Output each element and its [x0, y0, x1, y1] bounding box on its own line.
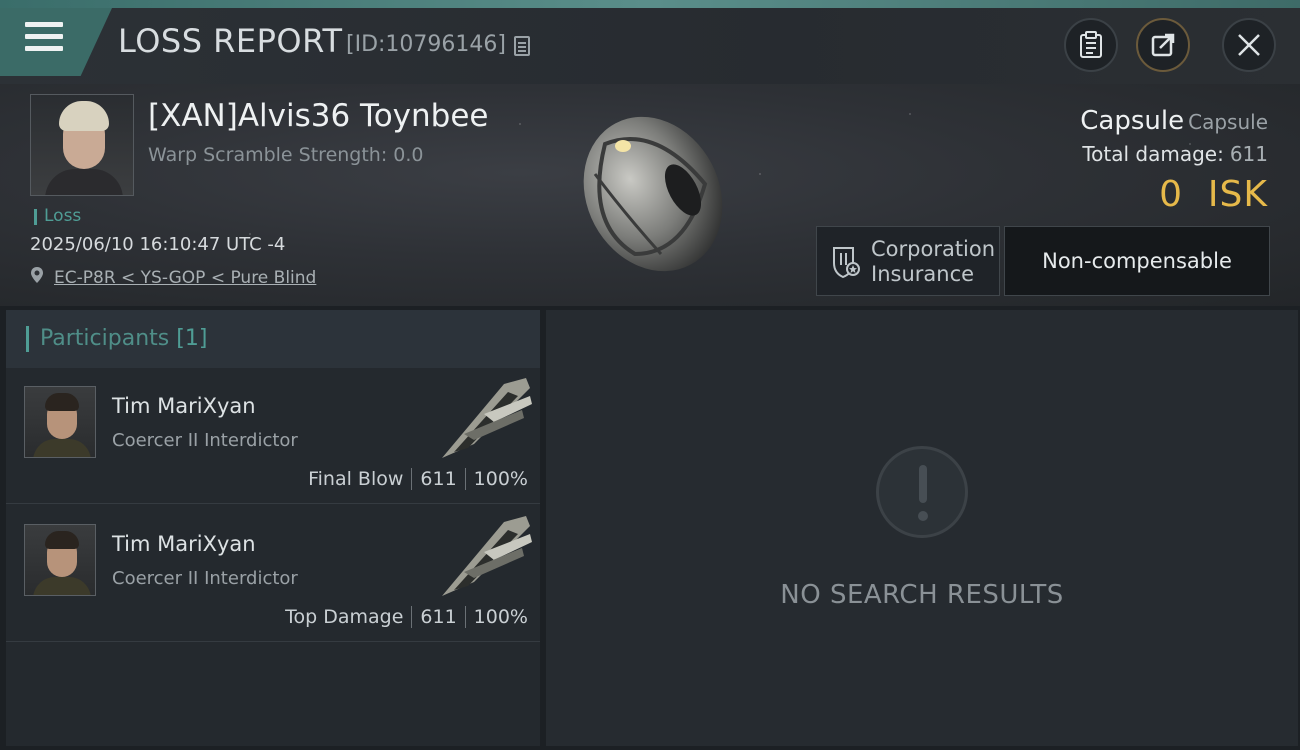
participant-stats: Final Blow 611 100%	[308, 468, 528, 490]
loss-report-window: LOSS REPORT [ID:10796146] [XAN]Alvis36 T…	[0, 0, 1300, 750]
participant-ship-image	[442, 378, 532, 458]
participant-damage: 611	[420, 468, 457, 490]
isk-amount: 0	[1159, 174, 1184, 215]
loss-status-tag: Loss	[34, 206, 81, 226]
participants-header: Participants [1]	[6, 310, 540, 368]
warp-scramble-strength: Warp Scramble Strength: 0.0	[148, 144, 424, 166]
participants-count: [1]	[176, 326, 208, 351]
copy-icon[interactable]	[514, 36, 530, 56]
report-id: [ID:10796146]	[346, 32, 506, 57]
page-title: LOSS REPORT	[118, 22, 343, 60]
close-icon	[1238, 34, 1260, 56]
location-pin-icon	[31, 267, 43, 283]
participant-row[interactable]: Tim MariXyan Coercer II Interdictor Fina…	[6, 368, 540, 504]
participant-ship: Coercer II Interdictor	[112, 568, 298, 589]
header-bar: LOSS REPORT [ID:10796146]	[0, 8, 1300, 84]
capsule-ship-image	[583, 116, 723, 272]
isk-value: 0 ISK	[1159, 174, 1268, 215]
empty-state-message: NO SEARCH RESULTS	[780, 580, 1064, 610]
participant-portrait[interactable]	[24, 386, 96, 458]
stats-divider	[464, 606, 466, 628]
victim-name[interactable]: [XAN]Alvis36 Toynbee	[148, 98, 489, 134]
ship-type-label: Capsule	[1188, 110, 1268, 134]
total-damage-value: 611	[1229, 142, 1268, 166]
ship-name[interactable]: Capsule Capsule	[1080, 106, 1268, 136]
corporation-insurance-button[interactable]: Corporation Insurance	[816, 226, 1000, 296]
participant-damage: 611	[420, 606, 457, 628]
victim-summary: [XAN]Alvis36 Toynbee Warp Scramble Stren…	[0, 84, 1300, 306]
participant-name: Tim MariXyan	[112, 394, 256, 418]
participant-portrait[interactable]	[24, 524, 96, 596]
participants-header-accent	[26, 326, 29, 352]
isk-unit: ISK	[1207, 174, 1268, 215]
participant-percent: 100%	[473, 468, 528, 490]
insurance-label: Corporation Insurance	[871, 237, 995, 287]
stats-divider	[411, 468, 413, 490]
participant-ship: Coercer II Interdictor	[112, 430, 298, 451]
total-damage-label: Total damage:	[1082, 142, 1224, 166]
share-button[interactable]	[1136, 18, 1190, 72]
participants-title-label: Participants	[40, 326, 170, 351]
participant-percent: 100%	[473, 606, 528, 628]
victim-portrait[interactable]	[30, 94, 134, 196]
insurance-label-line1: Corporation	[871, 237, 996, 261]
menu-icon[interactable]	[25, 22, 63, 56]
participants-panel: Participants [1] Tim MariXyan Coercer II…	[6, 310, 540, 746]
insurance-label-line2: Insurance	[871, 262, 975, 286]
kill-timestamp: 2025/06/10 16:10:47 UTC -4	[30, 234, 286, 255]
clipboard-button[interactable]	[1064, 18, 1118, 72]
participant-name: Tim MariXyan	[112, 532, 256, 556]
location-link[interactable]: EC-P8R < YS-GOP < Pure Blind	[54, 268, 316, 288]
participants-title: Participants [1]	[40, 326, 207, 351]
menu-tab[interactable]	[0, 8, 112, 76]
share-icon	[1151, 33, 1175, 57]
insurance-icon	[833, 247, 860, 279]
compensation-status: Non-compensable	[1004, 226, 1270, 296]
participant-role: Top Damage	[285, 606, 404, 628]
stats-divider	[411, 606, 413, 628]
participant-row[interactable]: Tim MariXyan Coercer II Interdictor Top …	[6, 506, 540, 642]
clipboard-icon	[1080, 31, 1102, 58]
participant-ship-image	[442, 516, 532, 596]
close-button[interactable]	[1222, 18, 1276, 72]
total-damage: Total damage: 611	[1082, 142, 1268, 166]
ship-name-label: Capsule	[1080, 106, 1185, 136]
details-panel: NO SEARCH RESULTS	[546, 310, 1298, 746]
stats-divider	[464, 468, 466, 490]
participant-stats: Top Damage 611 100%	[285, 606, 528, 628]
participant-role: Final Blow	[308, 468, 404, 490]
top-accent-line	[0, 0, 1300, 8]
alert-icon	[876, 446, 968, 538]
